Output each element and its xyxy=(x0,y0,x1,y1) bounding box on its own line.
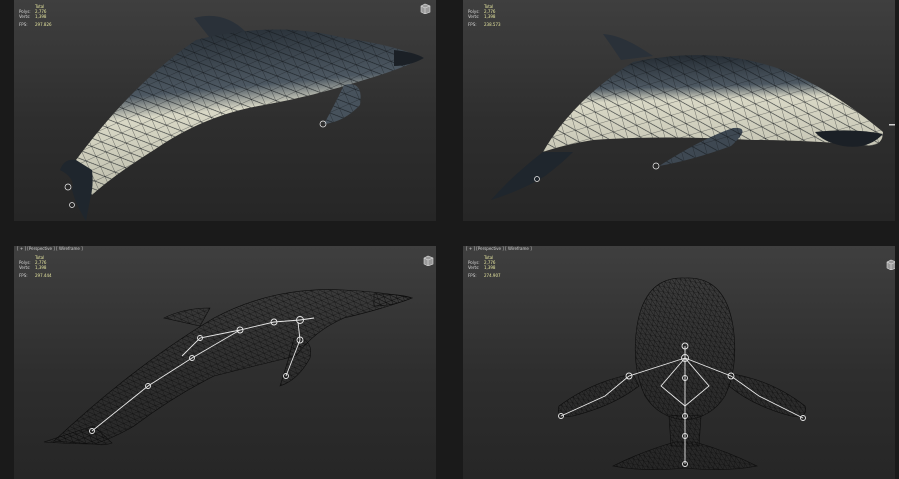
dolphin-model-shaded[interactable] xyxy=(463,0,895,221)
dolphin-tail-fluke xyxy=(491,152,573,200)
viewport-top-left[interactable]: Total Polys: 2,776 Verts: 1,398 FPS: 297.82… xyxy=(14,0,436,221)
dolphin-beak xyxy=(373,293,413,307)
dolphin-model-wireframe[interactable] xyxy=(14,246,436,479)
viewport-top-right[interactable]: Total Polys: 2,776 Verts: 1,398 FPS: 238.57… xyxy=(463,0,895,221)
dolphin-model-wireframe-front[interactable] xyxy=(463,246,895,479)
viewport-bottom-right[interactable]: [ + ] [Perspective ] [ Wireframe ] Total… xyxy=(463,246,895,479)
dolphin-tail-fluke xyxy=(60,159,93,221)
dolphin-dorsal-fin xyxy=(603,34,653,60)
dolphin-body xyxy=(53,289,414,445)
dolphin-model-shaded[interactable] xyxy=(14,0,436,221)
dolphin-dorsal-fin xyxy=(163,307,211,327)
dolphin-left-pectoral-fin xyxy=(558,373,640,417)
dolphin-right-pectoral-fin xyxy=(728,373,806,417)
viewport-edge-marker xyxy=(889,124,895,126)
viewport-bottom-left[interactable]: [ + ] [Perspective ] [ Wireframe ] Total… xyxy=(14,246,436,479)
dolphin-beak xyxy=(394,50,424,66)
